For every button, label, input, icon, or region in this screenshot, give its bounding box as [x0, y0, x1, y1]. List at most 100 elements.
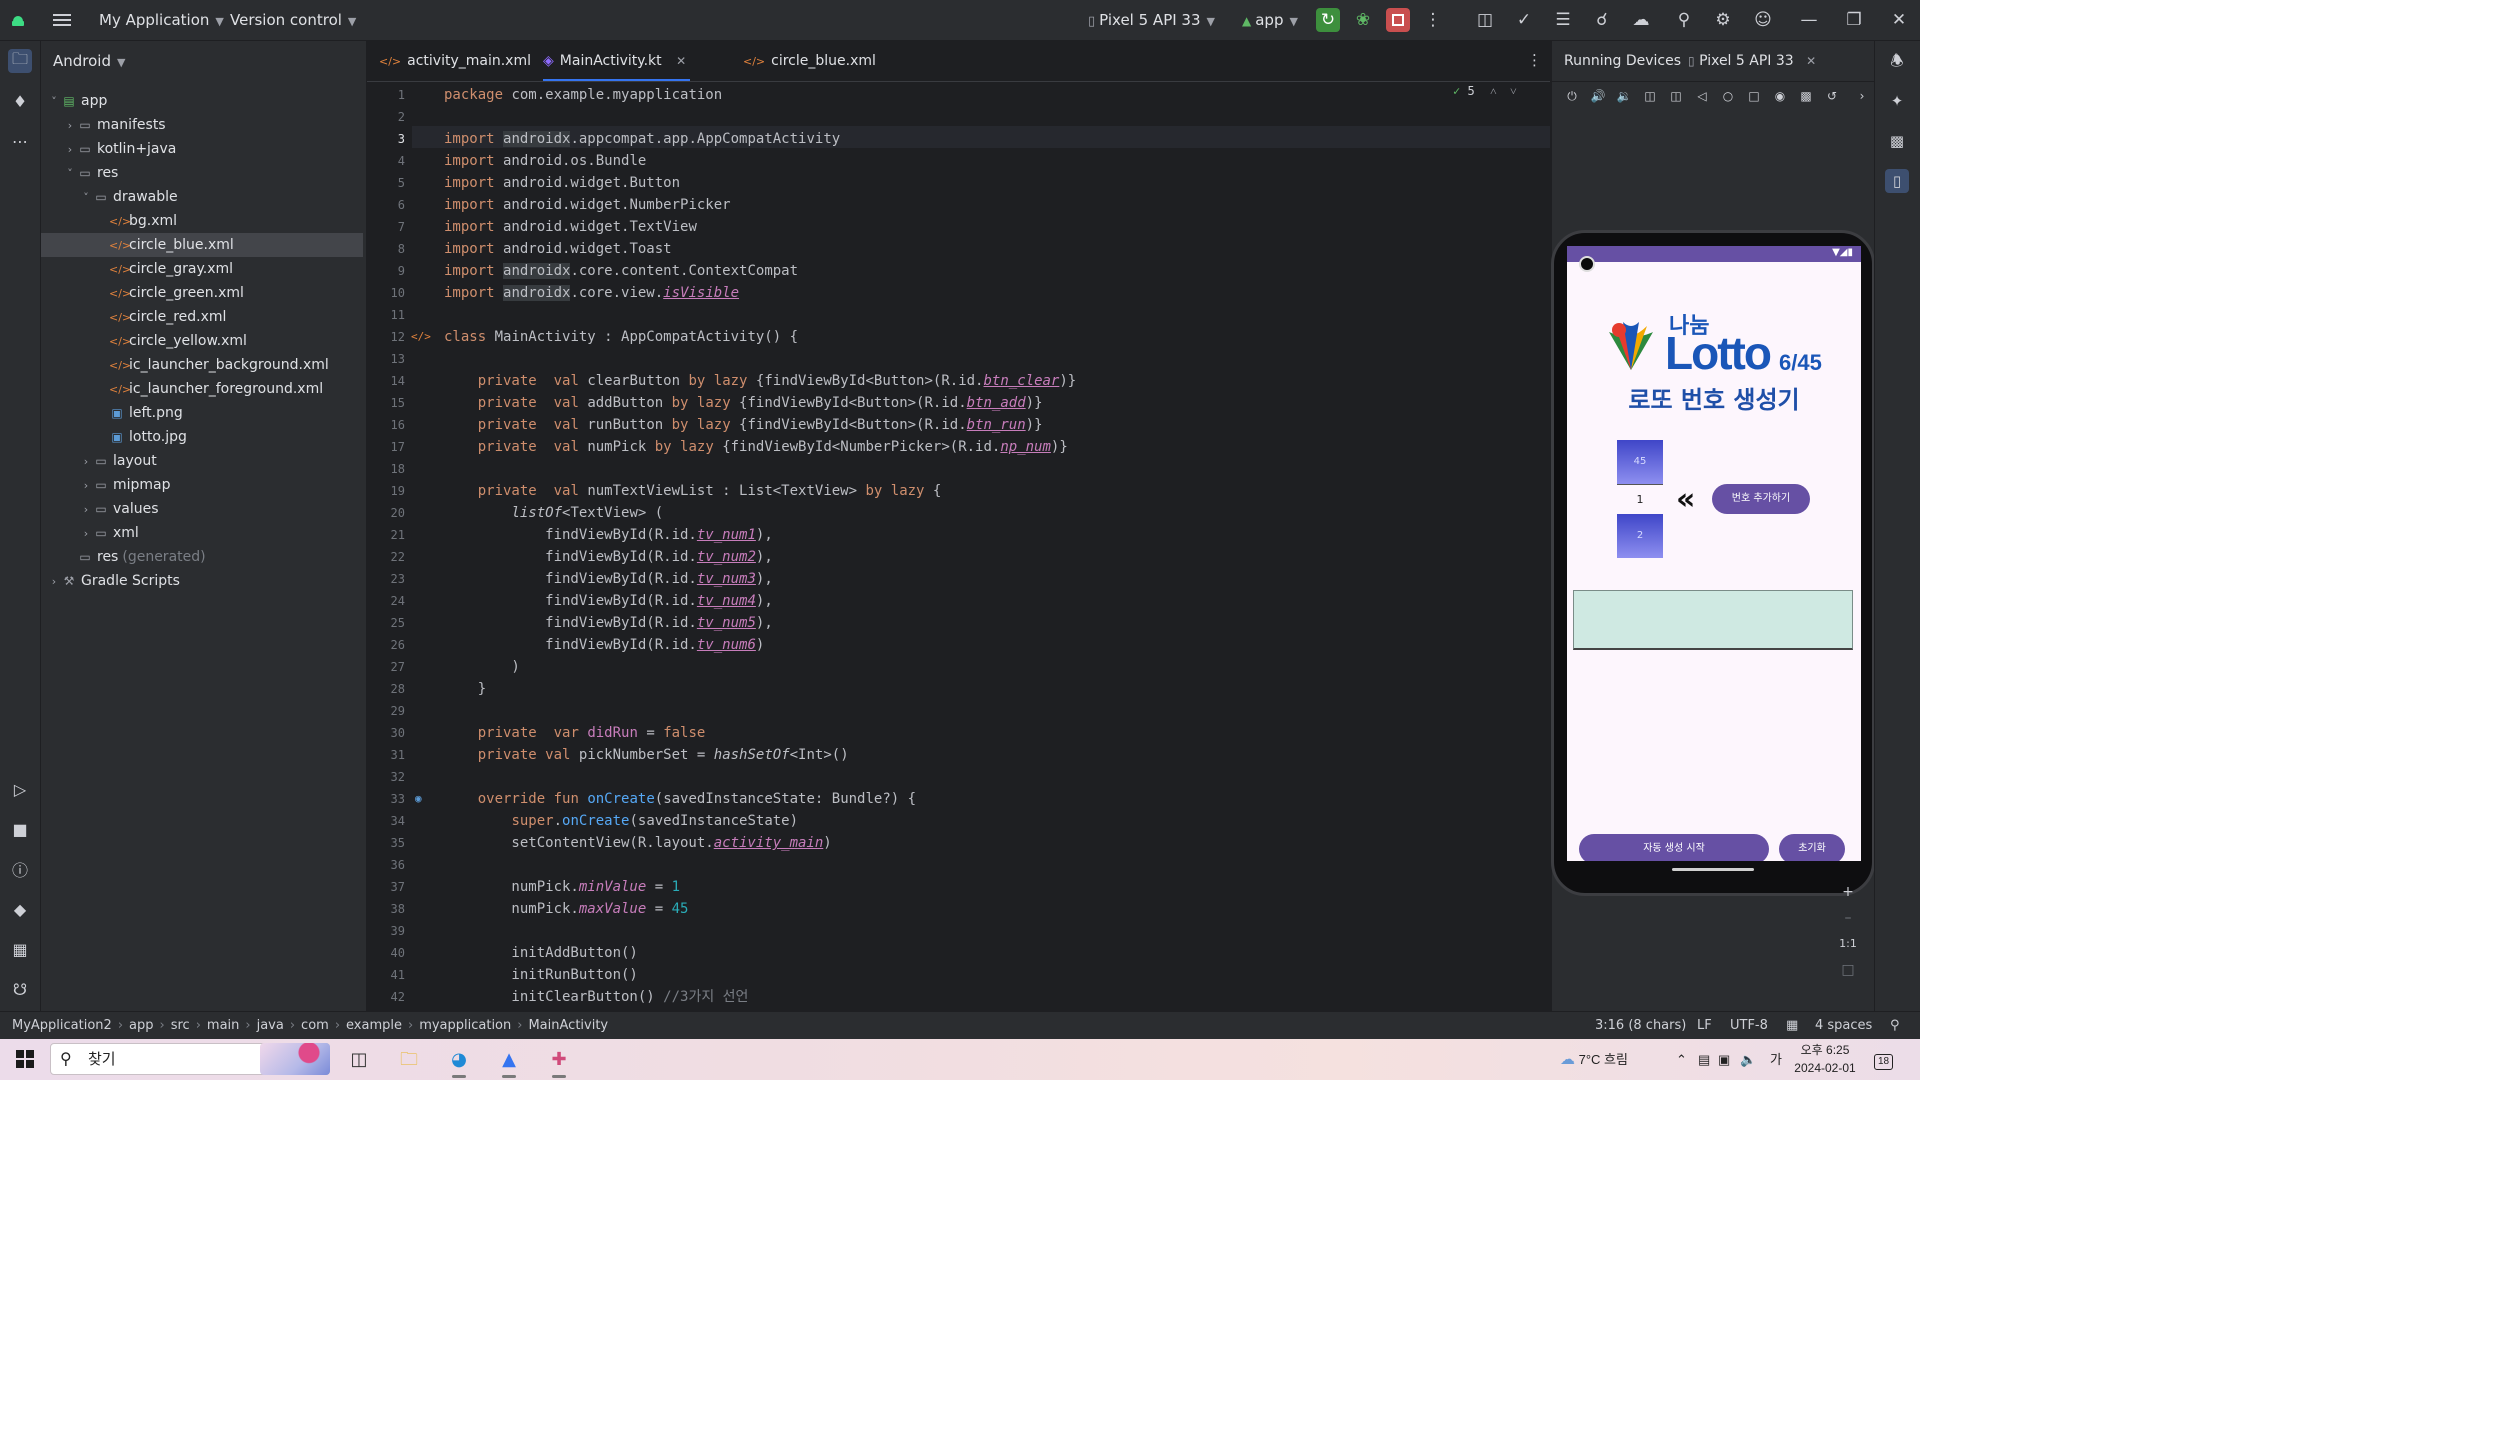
sdk-manager-icon[interactable]: ✓: [1512, 8, 1536, 32]
gesture-nav-bar[interactable]: [1672, 868, 1754, 871]
tree-item[interactable]: › ⚒ Gradle Scripts: [41, 569, 363, 593]
gemini-icon[interactable]: ✦: [1885, 89, 1909, 113]
code-line[interactable]: findViewById(R.id.tv_num2),: [444, 546, 773, 568]
tree-item[interactable]: </>circle_yellow.xml: [41, 329, 363, 353]
chevron-right-icon[interactable]: ›: [79, 450, 93, 474]
code-line[interactable]: setContentView(R.layout.activity_main): [444, 832, 831, 854]
chevron-right-icon[interactable]: ›: [63, 138, 77, 162]
close-tab-icon[interactable]: ✕: [1806, 54, 1816, 68]
run-tool-icon[interactable]: ▷: [8, 777, 32, 801]
chevron-right-icon[interactable]: ›: [79, 498, 93, 522]
file-explorer-icon[interactable]: 🗀: [394, 1045, 424, 1075]
chevron-right-icon[interactable]: ›: [1854, 88, 1870, 104]
code-line[interactable]: private val pickNumberSet = hashSetOf<In…: [444, 744, 849, 766]
home-icon[interactable]: ○: [1720, 88, 1736, 104]
rotate-left-icon[interactable]: ◫: [1642, 88, 1658, 104]
logcat-icon[interactable]: ■: [8, 817, 32, 841]
rerun-icon[interactable]: ↻: [1316, 8, 1340, 32]
tree-item[interactable]: </>circle_gray.xml: [41, 257, 363, 281]
tray-expand-icon[interactable]: ⌃: [1676, 1039, 1687, 1080]
zoom-out-icon[interactable]: –: [1836, 906, 1860, 930]
code-line[interactable]: findViewById(R.id.tv_num4),: [444, 590, 773, 612]
class-gutter-icon[interactable]: </>: [411, 326, 431, 348]
code-line[interactable]: class MainActivity : AppCompatActivity()…: [444, 326, 798, 348]
device-selector[interactable]: ▯ Pixel 5 API 33 ▼: [1088, 0, 1215, 40]
chevron-down-icon[interactable]: ˅: [47, 90, 61, 114]
zoom-actual-size[interactable]: 1:1: [1836, 932, 1860, 956]
tree-item[interactable]: </>circle_green.xml: [41, 281, 363, 305]
layout-inspector-icon[interactable]: ☰: [1551, 8, 1575, 32]
number-picker-above[interactable]: 45: [1617, 440, 1663, 484]
tree-item[interactable]: ˅ ▭ drawable: [41, 185, 363, 209]
settings-gear-icon[interactable]: ⚙: [1711, 8, 1735, 32]
overview-icon[interactable]: □: [1746, 88, 1762, 104]
breadcrumb-item[interactable]: src: [171, 1018, 190, 1033]
add-number-button[interactable]: 번호 추가하기: [1712, 484, 1810, 514]
code-line[interactable]: private val numTextViewList : List<TextV…: [444, 480, 942, 502]
line-separator[interactable]: LF: [1697, 1012, 1712, 1039]
inspection-widget[interactable]: ✓ 5 ˄ ˅: [1453, 84, 1517, 99]
close-icon[interactable]: ✕: [1887, 8, 1911, 32]
zoom-in-icon[interactable]: +: [1836, 880, 1860, 904]
tab-circle-blue-xml[interactable]: </> circle_blue.xml: [743, 41, 876, 81]
vcs-selector[interactable]: Version control ▼: [230, 0, 356, 40]
caret-position[interactable]: 3:16 (8 chars): [1595, 1012, 1686, 1039]
code-line[interactable]: import androidx.appcompat.app.AppCompatA…: [444, 128, 840, 150]
device-screen[interactable]: ▼◢▮ 나눔 Lotto 6/45 로또 번호 생성기 45 1 2 « 번호 …: [1567, 246, 1861, 861]
code-line[interactable]: findViewById(R.id.tv_num5),: [444, 612, 773, 634]
tree-item[interactable]: ▭ res (generated): [41, 545, 363, 569]
edge-browser-icon[interactable]: ◕: [444, 1045, 474, 1078]
number-picker-below[interactable]: 2: [1617, 514, 1663, 558]
code-line[interactable]: findViewById(R.id.tv_num1),: [444, 524, 773, 546]
power-icon[interactable]: ⏻: [1564, 88, 1580, 104]
back-icon[interactable]: ◁: [1694, 88, 1710, 104]
stop-icon[interactable]: [1386, 8, 1410, 32]
code-line[interactable]: super.onCreate(savedInstanceState): [444, 810, 798, 832]
tree-item[interactable]: › ▭ mipmap: [41, 473, 363, 497]
tree-item[interactable]: </>bg.xml: [41, 209, 363, 233]
debug-icon[interactable]: ❀: [1351, 8, 1375, 32]
tree-item[interactable]: ˅ ▤ app: [41, 89, 363, 113]
breadcrumb-item[interactable]: example: [346, 1018, 402, 1033]
breadcrumb-item[interactable]: app: [129, 1018, 153, 1033]
code-line[interactable]: private val numPick by lazy {findViewByI…: [444, 436, 1068, 458]
tree-item[interactable]: </>circle_red.xml: [41, 305, 363, 329]
code-line[interactable]: import androidx.core.view.isVisible: [444, 282, 739, 304]
notifications-bell-icon[interactable]: 🕭: [1885, 49, 1909, 73]
code-line[interactable]: }: [444, 678, 486, 700]
minimize-icon[interactable]: —: [1797, 8, 1821, 32]
resource-manager-icon[interactable]: ♦: [8, 89, 32, 113]
chevron-down-icon[interactable]: ˅: [63, 162, 77, 186]
breadcrumb-item[interactable]: java: [257, 1018, 284, 1033]
tab-activity-main-xml[interactable]: </> activity_main.xml: [379, 41, 531, 81]
code-line[interactable]: import android.widget.TextView: [444, 216, 697, 238]
screen-record-icon[interactable]: ▩: [1798, 88, 1814, 104]
git-icon[interactable]: ☋: [8, 977, 32, 1001]
code-line[interactable]: import android.widget.Toast: [444, 238, 672, 260]
read-only-toggle-icon[interactable]: ▦: [1786, 1012, 1798, 1039]
terminal-icon[interactable]: ▦: [8, 937, 32, 961]
rotate-right-icon[interactable]: ◫: [1668, 88, 1684, 104]
account-icon[interactable]: ☺: [1751, 8, 1775, 32]
screenshot-icon[interactable]: ◉: [1772, 88, 1788, 104]
close-tab-icon[interactable]: ✕: [676, 54, 686, 68]
code-line[interactable]: private val runButton by lazy {findViewB…: [444, 414, 1043, 436]
override-gutter-icon[interactable]: ◉: [415, 788, 422, 810]
tree-item[interactable]: </>circle_blue.xml: [41, 233, 363, 257]
tree-item[interactable]: › ▭ kotlin+java: [41, 137, 363, 161]
volume-down-icon[interactable]: 🔉: [1616, 88, 1632, 104]
project-selector[interactable]: My Application ▼: [99, 0, 224, 40]
file-encoding[interactable]: UTF-8: [1730, 1012, 1768, 1039]
volume-up-icon[interactable]: 🔊: [1590, 88, 1606, 104]
android-studio-icon[interactable]: ▲: [494, 1045, 524, 1078]
main-menu-icon[interactable]: [50, 8, 74, 32]
breadcrumb-item[interactable]: MainActivity: [528, 1018, 608, 1033]
run-config-selector[interactable]: ▲ app ▼: [1242, 0, 1298, 40]
tree-item[interactable]: › ▭ xml: [41, 521, 363, 545]
volume-icon[interactable]: 🔈: [1740, 1039, 1756, 1080]
breadcrumb-item[interactable]: com: [301, 1018, 329, 1033]
code-line[interactable]: numPick.minValue = 1: [444, 876, 680, 898]
project-folder-icon[interactable]: 🗀: [8, 49, 32, 73]
breadcrumb-item[interactable]: MyApplication2: [12, 1018, 112, 1033]
code-line[interactable]: private var didRun = false: [444, 722, 706, 744]
